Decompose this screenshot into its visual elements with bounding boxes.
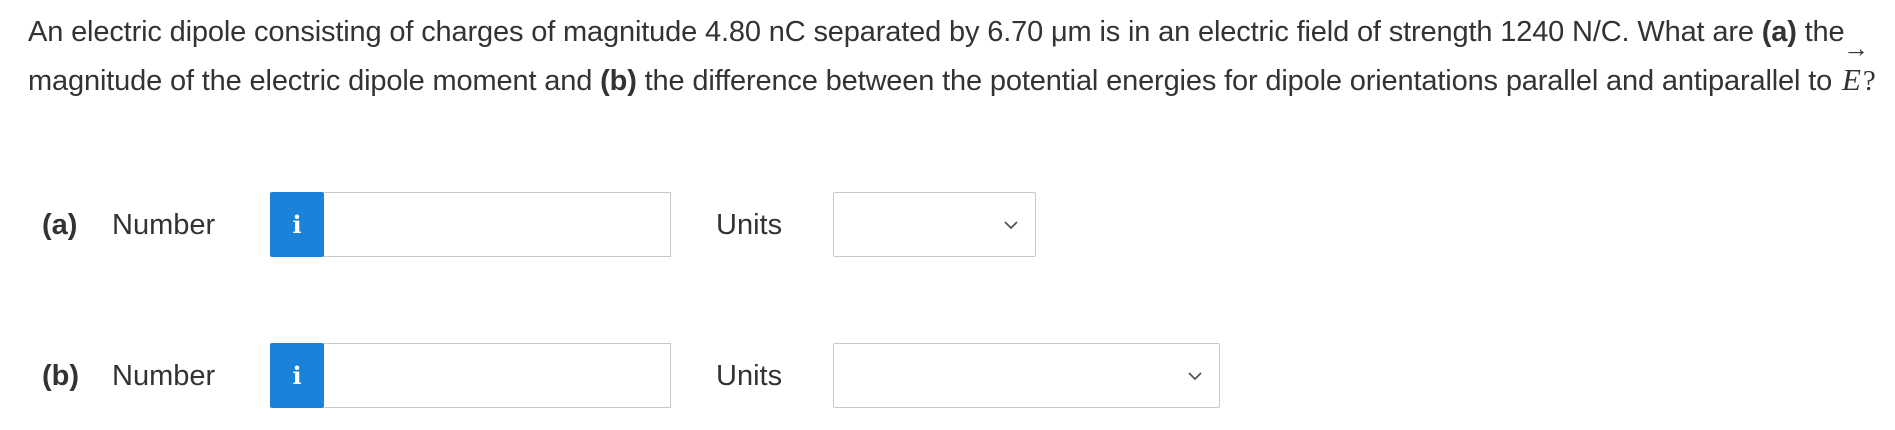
- info-icon[interactable]: i: [270, 343, 324, 408]
- units-label-b: Units: [716, 360, 783, 392]
- chevron-down-icon: [1004, 221, 1018, 230]
- number-input-a[interactable]: [324, 192, 671, 257]
- info-icon[interactable]: i: [270, 192, 324, 257]
- question-text-part3: the difference between the potential ene…: [636, 65, 1841, 97]
- question-text: An electric dipole consisting of charges…: [28, 8, 1878, 105]
- vector-arrow-icon: →: [1843, 34, 1869, 63]
- number-input-b[interactable]: [324, 343, 671, 408]
- answer-row-b: (b) Number i Units: [0, 343, 1895, 413]
- answer-row-a: (a) Number i Units: [0, 192, 1895, 262]
- units-label-a: Units: [716, 209, 783, 241]
- part-b-marker: (b): [600, 65, 637, 97]
- vector-e-symbol: → E: [1840, 36, 1869, 104]
- part-a-label: (a): [42, 209, 78, 241]
- units-select-a[interactable]: [833, 192, 1036, 257]
- question-text-part4: ?: [1862, 65, 1876, 97]
- chevron-down-icon: [1188, 372, 1202, 381]
- part-b-label: (b): [42, 360, 80, 392]
- units-select-b[interactable]: [833, 343, 1220, 408]
- part-a-marker: (a): [1761, 16, 1797, 48]
- number-label-a: Number: [112, 209, 216, 241]
- question-text-part1: An electric dipole consisting of charges…: [28, 16, 1762, 48]
- number-label-b: Number: [112, 360, 216, 392]
- vector-letter: E: [1842, 62, 1861, 97]
